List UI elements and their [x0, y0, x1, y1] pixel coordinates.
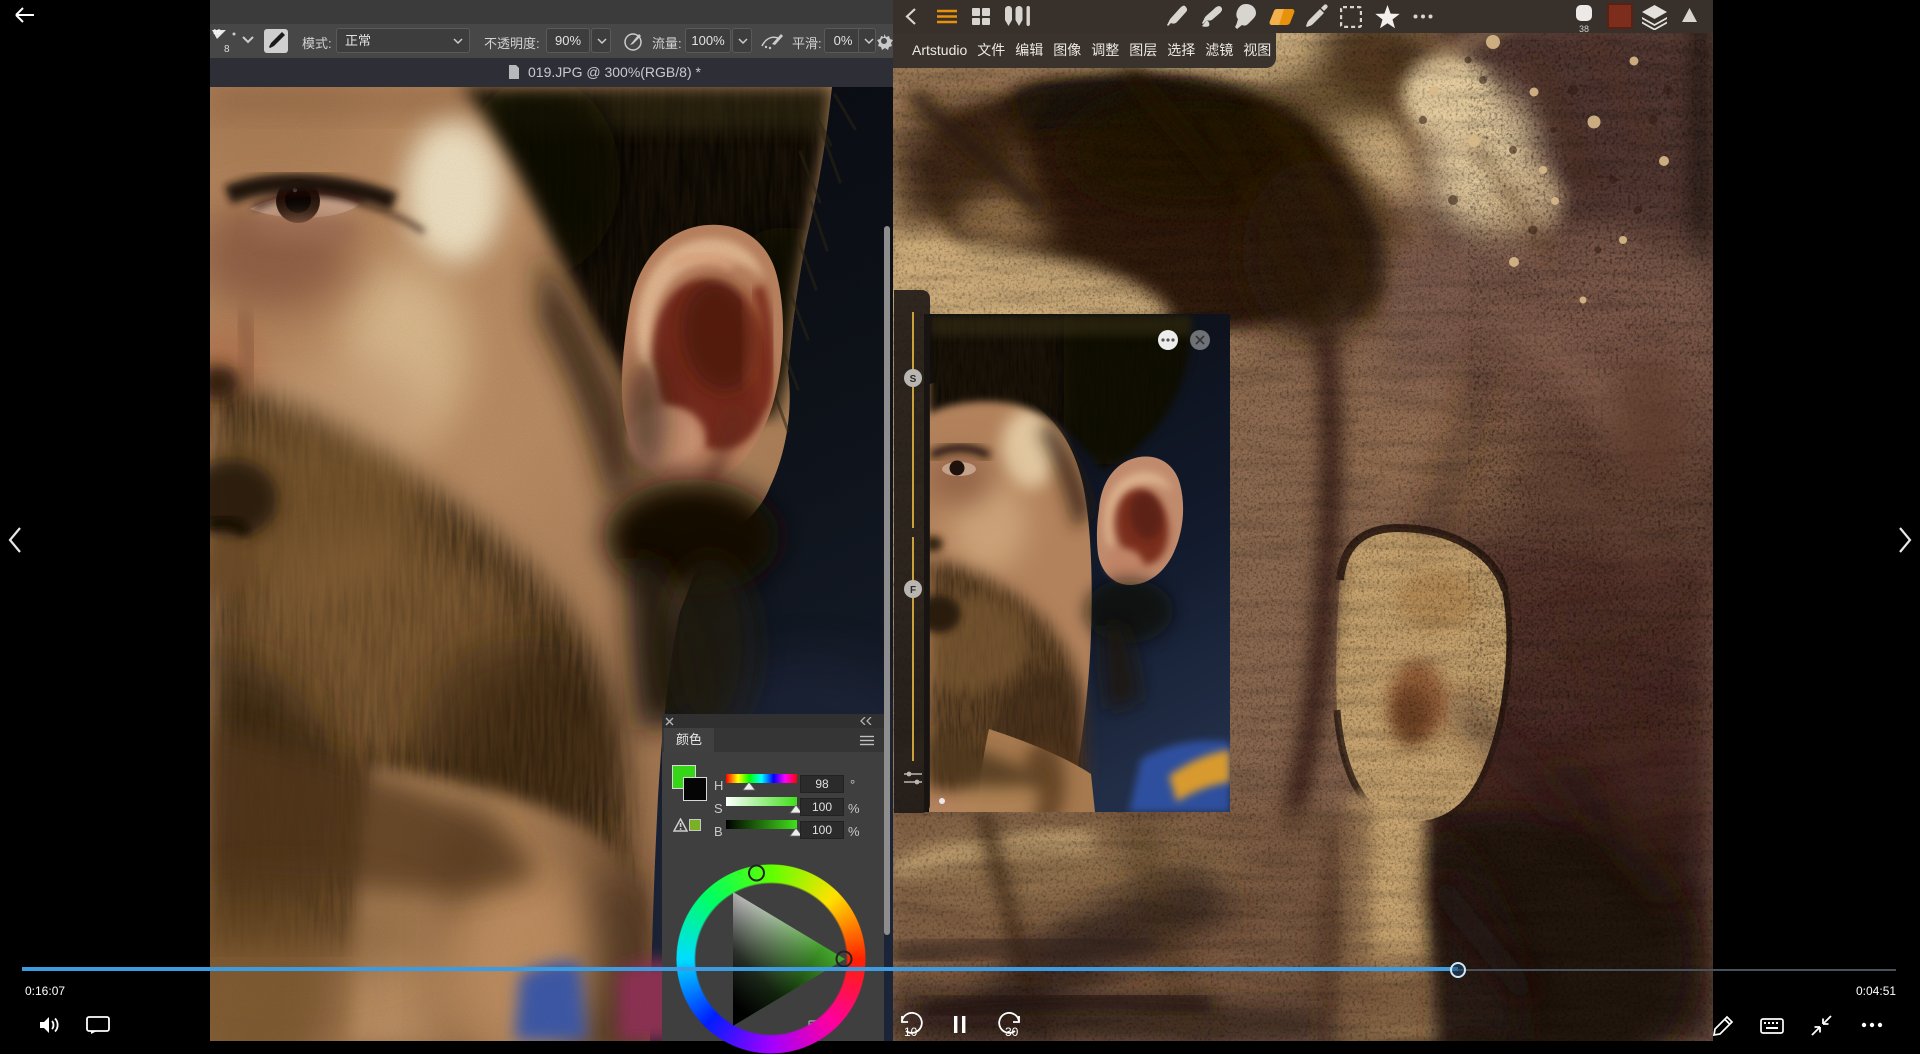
svg-text:F: F — [910, 585, 916, 596]
svg-text:10: 10 — [904, 1025, 918, 1037]
svg-text:16: 16 — [213, 29, 221, 36]
svg-text:8: 8 — [224, 44, 230, 55]
svg-text:S: S — [910, 374, 917, 385]
svg-text:30: 30 — [1005, 1025, 1019, 1037]
